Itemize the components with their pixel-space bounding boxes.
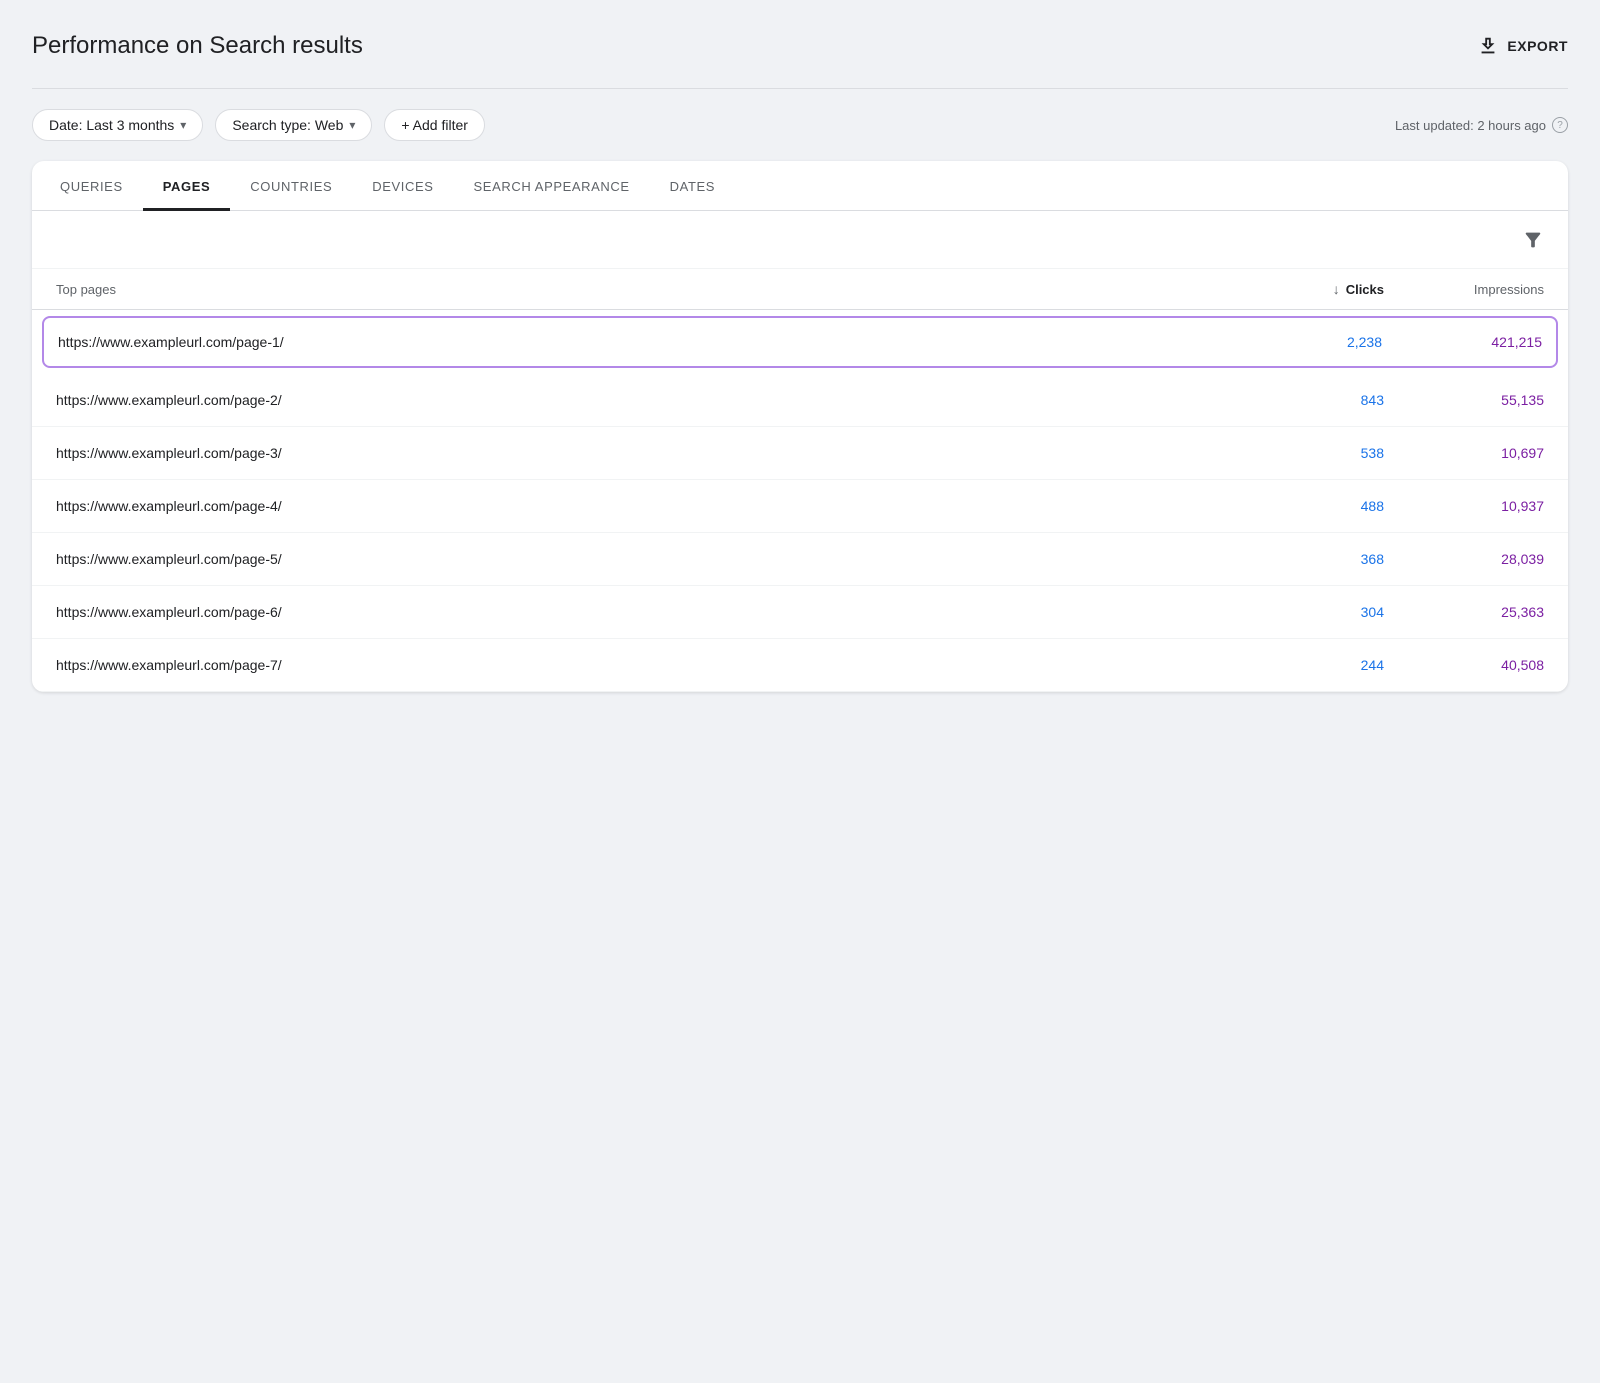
col-clicks-label: Clicks <box>1346 282 1384 297</box>
table-row[interactable]: https://www.exampleurl.com/page-2/ 843 5… <box>32 374 1568 427</box>
row-impressions: 25,363 <box>1384 604 1544 620</box>
row-url: https://www.exampleurl.com/page-5/ <box>56 551 1224 567</box>
col-header-impressions[interactable]: Impressions <box>1384 282 1544 297</box>
row-url: https://www.exampleurl.com/page-3/ <box>56 445 1224 461</box>
row-impressions: 10,697 <box>1384 445 1544 461</box>
filter-icon <box>1522 229 1544 251</box>
row-impressions: 421,215 <box>1382 334 1542 350</box>
table-row[interactable]: https://www.exampleurl.com/page-4/ 488 1… <box>32 480 1568 533</box>
search-type-filter-label: Search type: Web <box>232 117 343 133</box>
add-filter-button[interactable]: + Add filter <box>384 109 485 141</box>
row-url: https://www.exampleurl.com/page-2/ <box>56 392 1224 408</box>
col-header-clicks[interactable]: ↓ Clicks <box>1224 281 1384 297</box>
row-impressions: 10,937 <box>1384 498 1544 514</box>
row-clicks: 2,238 <box>1222 334 1382 350</box>
table-toolbar <box>32 211 1568 269</box>
export-button[interactable]: EXPORT <box>1477 35 1568 57</box>
search-type-chevron: ▾ <box>349 118 355 132</box>
table-row[interactable]: https://www.exampleurl.com/page-1/ 2,238… <box>42 316 1558 368</box>
date-filter-label: Date: Last 3 months <box>49 117 174 133</box>
header-divider <box>32 88 1568 89</box>
export-icon <box>1477 35 1499 57</box>
search-type-filter-chip[interactable]: Search type: Web ▾ <box>215 109 372 141</box>
row-impressions: 28,039 <box>1384 551 1544 567</box>
table-row[interactable]: https://www.exampleurl.com/page-3/ 538 1… <box>32 427 1568 480</box>
info-icon[interactable]: ? <box>1552 117 1568 133</box>
table-rows: https://www.exampleurl.com/page-1/ 2,238… <box>32 316 1568 692</box>
page-header: Performance on Search results EXPORT <box>32 32 1568 60</box>
table-row[interactable]: https://www.exampleurl.com/page-5/ 368 2… <box>32 533 1568 586</box>
table-header-row: Top pages ↓ Clicks Impressions <box>32 269 1568 310</box>
row-url: https://www.exampleurl.com/page-7/ <box>56 657 1224 673</box>
export-label: EXPORT <box>1507 38 1568 54</box>
last-updated-text: Last updated: 2 hours ago <box>1395 118 1546 133</box>
tab-countries[interactable]: COUNTRIES <box>230 161 352 211</box>
tab-queries[interactable]: QUERIES <box>40 161 143 211</box>
row-impressions: 55,135 <box>1384 392 1544 408</box>
tab-dates[interactable]: DATES <box>650 161 735 211</box>
row-impressions: 40,508 <box>1384 657 1544 673</box>
table-row[interactable]: https://www.exampleurl.com/page-7/ 244 4… <box>32 639 1568 692</box>
sort-arrow-icon: ↓ <box>1333 281 1340 297</box>
page-title: Performance on Search results <box>32 32 363 60</box>
table-filter-button[interactable] <box>1518 225 1548 258</box>
row-clicks: 488 <box>1224 498 1384 514</box>
table-row[interactable]: https://www.exampleurl.com/page-6/ 304 2… <box>32 586 1568 639</box>
date-filter-chevron: ▾ <box>180 118 186 132</box>
col-header-page: Top pages <box>56 282 1224 297</box>
row-url: https://www.exampleurl.com/page-4/ <box>56 498 1224 514</box>
last-updated: Last updated: 2 hours ago ? <box>1395 117 1568 133</box>
tab-devices[interactable]: DEVICES <box>352 161 453 211</box>
date-filter-chip[interactable]: Date: Last 3 months ▾ <box>32 109 203 141</box>
row-clicks: 304 <box>1224 604 1384 620</box>
tabs-container: QUERIES PAGES COUNTRIES DEVICES SEARCH A… <box>32 161 1568 211</box>
tab-search-appearance[interactable]: SEARCH APPEARANCE <box>454 161 650 211</box>
row-clicks: 843 <box>1224 392 1384 408</box>
row-clicks: 368 <box>1224 551 1384 567</box>
row-clicks: 538 <box>1224 445 1384 461</box>
row-clicks: 244 <box>1224 657 1384 673</box>
data-table: Top pages ↓ Clicks Impressions https://w… <box>32 269 1568 692</box>
filter-bar: Date: Last 3 months ▾ Search type: Web ▾… <box>32 109 1568 141</box>
main-card: QUERIES PAGES COUNTRIES DEVICES SEARCH A… <box>32 161 1568 692</box>
tab-pages[interactable]: PAGES <box>143 161 231 211</box>
row-url: https://www.exampleurl.com/page-1/ <box>58 334 1222 350</box>
add-filter-label: + Add filter <box>401 117 468 133</box>
row-url: https://www.exampleurl.com/page-6/ <box>56 604 1224 620</box>
